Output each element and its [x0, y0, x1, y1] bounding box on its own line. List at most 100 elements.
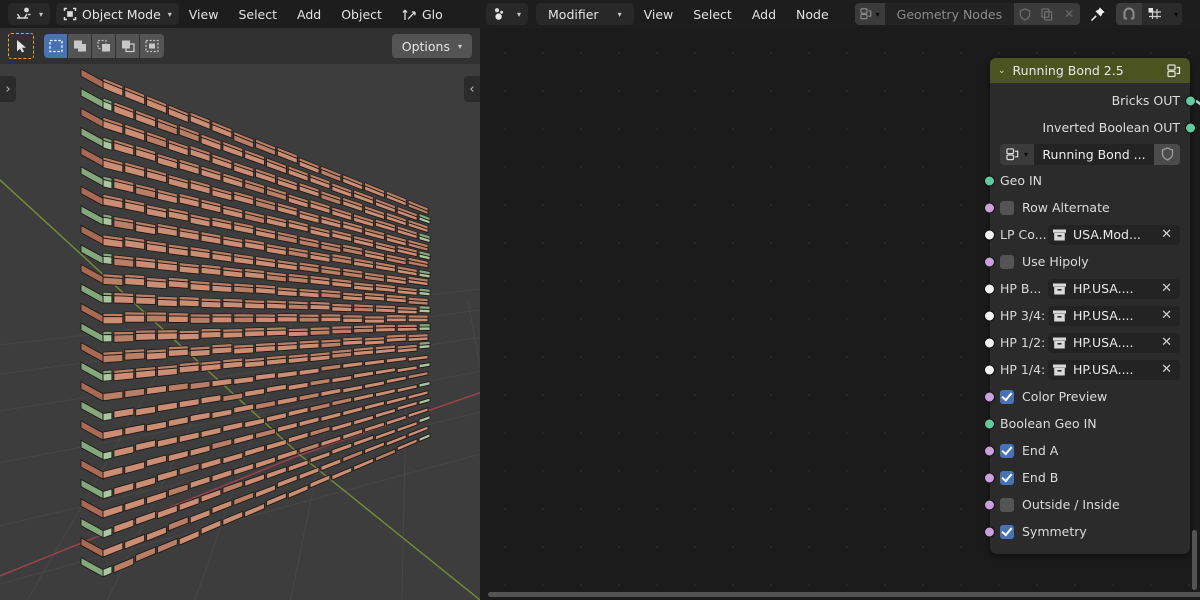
menu-select[interactable]: Select	[228, 3, 287, 25]
input-hp-base[interactable]: HP B... HP.USA.... ✕	[984, 275, 1190, 302]
socket-collection-in[interactable]	[984, 337, 995, 348]
unlink-button[interactable]: ✕	[1058, 3, 1081, 25]
input-hp-quarter[interactable]: HP 1/4: HP.USA.... ✕	[984, 356, 1190, 383]
snap-dropdown-button[interactable]: ▾	[1168, 3, 1182, 25]
input-lp-collection[interactable]: LP Co... USA.Mod... ✕	[984, 221, 1190, 248]
viewport-tool-settings: Options ▾	[0, 28, 480, 64]
fake-user-button[interactable]	[1014, 3, 1037, 25]
menu-add[interactable]: Add	[742, 3, 786, 25]
checkbox-row-alternate[interactable]	[1000, 200, 1014, 215]
viewport-toolbar-expand-arrow[interactable]: ›	[0, 76, 16, 102]
socket-boolean-in[interactable]	[984, 202, 995, 213]
input-use-hipoly[interactable]: Use Hipoly	[984, 248, 1190, 275]
collection-field-hp-14[interactable]: HP.USA.... ✕	[1048, 359, 1180, 380]
input-boolean-geo-in[interactable]: Boolean Geo IN	[984, 410, 1190, 437]
socket-boolean-in[interactable]	[984, 499, 995, 510]
socket-geometry-in[interactable]	[984, 175, 995, 186]
duplicate-button[interactable]	[1036, 3, 1059, 25]
node-group-name[interactable]: Geometry Nodes	[885, 7, 1014, 22]
menu-add[interactable]: Add	[287, 3, 331, 25]
socket-boolean-in[interactable]	[984, 256, 995, 267]
socket-collection-in[interactable]	[984, 310, 995, 321]
socket-geometry-in[interactable]	[984, 418, 995, 429]
collection-field-hp-12[interactable]: HP.USA.... ✕	[1048, 332, 1180, 353]
checkbox-end-a[interactable]	[1000, 443, 1014, 458]
checkbox-symmetry[interactable]	[1000, 524, 1014, 539]
select-box-button[interactable]	[44, 34, 68, 58]
snap-toggle-button[interactable]	[1116, 3, 1143, 25]
checkbox-end-b[interactable]	[1000, 470, 1014, 485]
modifier-mode-button[interactable]: Modifier ▾	[536, 3, 634, 25]
menu-node[interactable]: Node	[786, 3, 839, 25]
input-symmetry[interactable]: Symmetry	[984, 518, 1190, 545]
menu-view[interactable]: View	[179, 3, 229, 25]
input-hp-half[interactable]: HP 1/2: HP.USA.... ✕	[984, 329, 1190, 356]
unlink-x-icon[interactable]: ✕	[1161, 227, 1176, 242]
node-header-running-bond[interactable]: ⌄ Running Bond 2.5	[990, 58, 1190, 83]
input-label: LP Co...	[1000, 227, 1047, 242]
transform-orientation-label[interactable]: Glo	[420, 3, 445, 25]
socket-collection-in[interactable]	[984, 229, 995, 240]
input-end-a[interactable]: End A	[984, 437, 1190, 464]
select-invert-button[interactable]	[116, 34, 140, 58]
unlink-x-icon[interactable]: ✕	[1161, 335, 1176, 350]
input-outside-inside[interactable]: Outside / Inside	[984, 491, 1190, 518]
output-inverted-boolean-out[interactable]: Inverted Boolean OUT	[990, 114, 1196, 141]
cursor-tweak-tool-button[interactable]	[8, 33, 34, 59]
viewport-sidebar-expand-arrow[interactable]: ‹	[464, 76, 480, 102]
select-invert-icon	[121, 40, 135, 53]
menu-select[interactable]: Select	[683, 3, 742, 25]
socket-boolean-in[interactable]	[984, 472, 995, 483]
brick-wall-object[interactable]	[0, 0, 480, 600]
socket-boolean-in[interactable]	[984, 445, 995, 456]
collection-field-hp-34[interactable]: HP.USA.... ✕	[1048, 305, 1180, 326]
vertical-scrollbar[interactable]	[1192, 530, 1197, 590]
select-mode-group[interactable]	[44, 34, 164, 58]
checkbox-use-hipoly[interactable]	[1000, 254, 1014, 269]
node-datablock-row[interactable]: ▾ Running Bond ...	[990, 141, 1190, 167]
collection-field-lp[interactable]: USA.Mod... ✕	[1048, 224, 1180, 245]
checkbox-color-preview[interactable]	[1000, 389, 1014, 404]
node-running-bond[interactable]: ⌄ Running Bond 2.5 Bricks OUT Inverted B…	[984, 58, 1196, 554]
input-row-alternate[interactable]: Row Alternate	[984, 194, 1190, 221]
socket-boolean-in[interactable]	[984, 391, 995, 402]
object-mode-button[interactable]: Object Mode ▾	[56, 3, 179, 25]
socket-geometry-out[interactable]	[1185, 122, 1196, 133]
pin-button[interactable]	[1086, 2, 1110, 26]
horizontal-scrollbar[interactable]	[488, 592, 1200, 597]
node-datablock-selector[interactable]: ▾ Geometry Nodes ✕	[854, 3, 1081, 25]
input-geo-in[interactable]: Geo IN	[984, 167, 1190, 194]
select-subtract-button[interactable]	[92, 34, 116, 58]
select-intersect-button[interactable]	[140, 34, 164, 58]
collection-value: HP.USA....	[1073, 335, 1134, 350]
unlink-x-icon[interactable]: ✕	[1161, 362, 1176, 377]
checkbox-outside-inside[interactable]	[1000, 497, 1014, 512]
menu-object[interactable]: Object	[331, 3, 392, 25]
node-group-browse-button[interactable]: ▾	[854, 3, 885, 25]
select-extend-button[interactable]	[68, 34, 92, 58]
socket-boolean-in[interactable]	[984, 526, 995, 537]
snap-target-button[interactable]	[1142, 3, 1168, 25]
snapping-controls[interactable]: ▾	[1116, 3, 1183, 25]
transform-orientation-button[interactable]	[400, 3, 420, 25]
editor-type-button[interactable]: ▾	[8, 3, 51, 25]
options-button[interactable]: Options ▾	[391, 34, 472, 58]
input-color-preview[interactable]: Color Preview	[984, 383, 1190, 410]
node-group-name-field[interactable]: Running Bond ...	[1034, 143, 1154, 165]
socket-collection-in[interactable]	[984, 283, 995, 294]
input-hp-three-quarter[interactable]: HP 3/4: HP.USA.... ✕	[984, 302, 1190, 329]
node-editor-header: ▾ Modifier ▾ View Select Add Node ▾ Geom…	[480, 0, 1200, 28]
collection-field-hp-base[interactable]: HP.USA.... ✕	[1048, 278, 1180, 299]
socket-geometry-out[interactable]	[1185, 95, 1196, 106]
unlink-x-icon[interactable]: ✕	[1161, 281, 1176, 296]
input-end-b[interactable]: End B	[984, 464, 1190, 491]
output-bricks-out[interactable]: Bricks OUT	[990, 87, 1196, 114]
fake-user-button[interactable]	[1154, 143, 1180, 165]
viewport-scene[interactable]	[0, 0, 480, 600]
menu-view[interactable]: View	[634, 3, 684, 25]
socket-collection-in[interactable]	[984, 364, 995, 375]
node-group-selector-button[interactable]: ▾	[1000, 143, 1034, 165]
chevron-down-icon[interactable]: ⌄	[998, 66, 1006, 76]
unlink-x-icon[interactable]: ✕	[1161, 308, 1176, 323]
editor-type-button[interactable]: ▾	[486, 3, 529, 25]
